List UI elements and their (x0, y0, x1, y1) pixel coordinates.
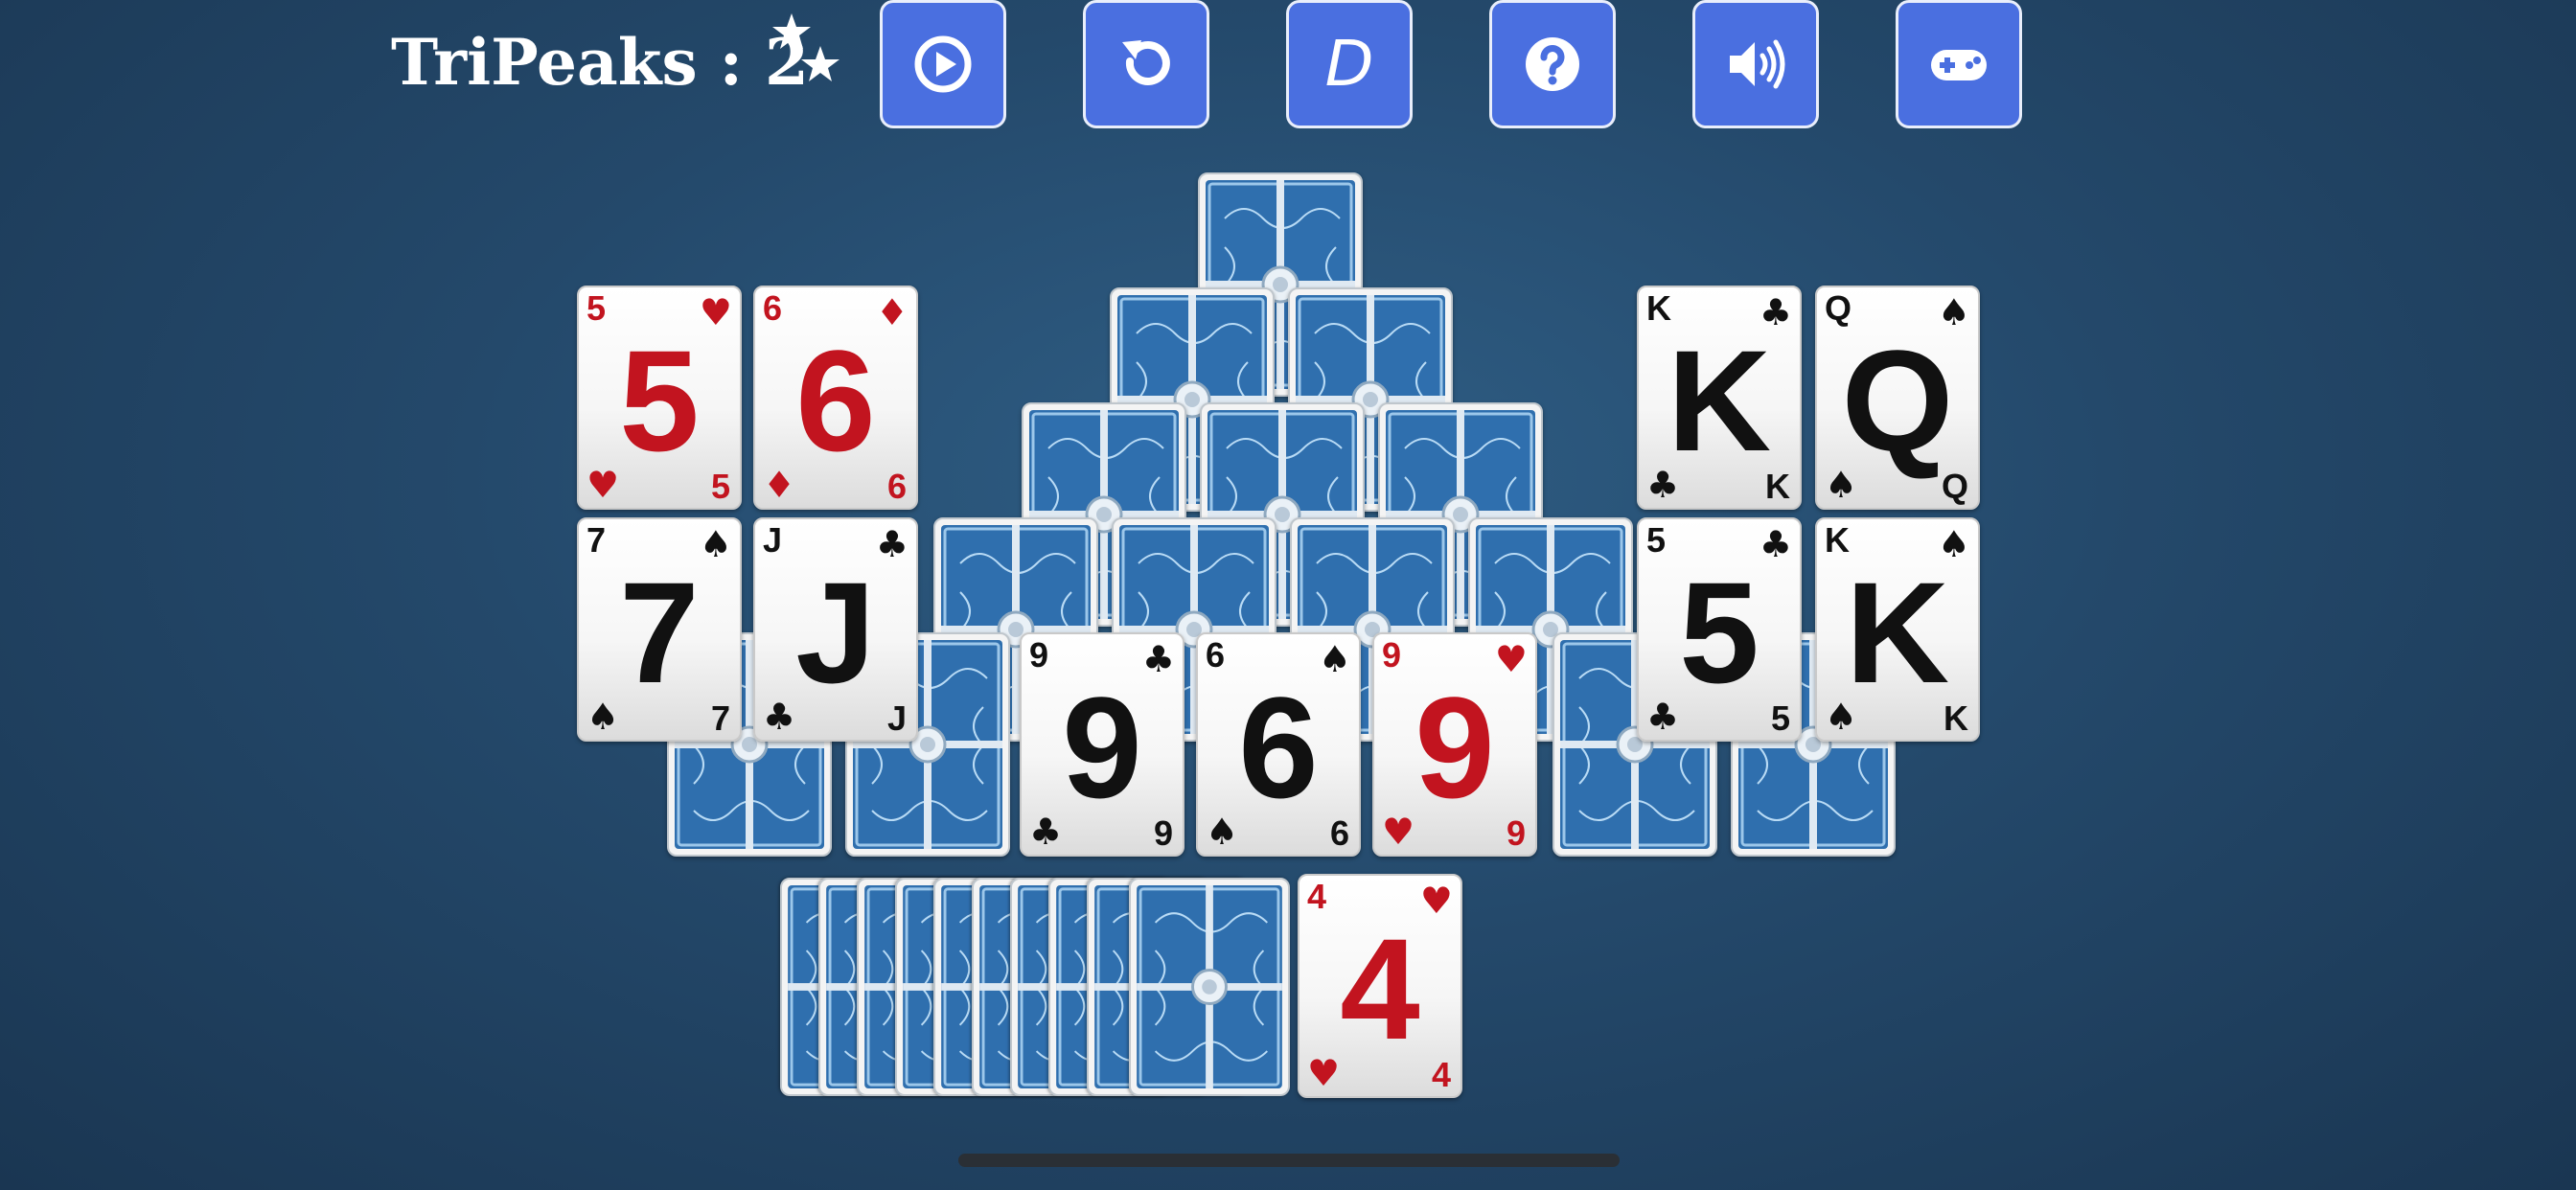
gamepad-icon (1931, 50, 1987, 80)
card-5-clubs[interactable]: 5 ♣ 5 ♣ 5 (1637, 517, 1802, 742)
stars-icon (772, 13, 840, 81)
card-6-diamonds[interactable]: 6 ♦ 6 ♦ 6 (753, 286, 918, 510)
card-7-spades[interactable]: 7 ♠ 7 ♠ 7 (577, 517, 742, 742)
waste-card: 4 ♥ 4 ♥ 4 (1298, 874, 1462, 1098)
card-k-spades[interactable]: K ♠ K ♠ K (1815, 517, 1980, 742)
card-q-spades[interactable]: Q ♠ Q ♠ Q (1815, 286, 1980, 510)
help-button[interactable] (1489, 0, 1616, 128)
card-9-clubs[interactable]: 9 ♣ 9 ♣ 9 (1020, 632, 1184, 857)
card-9-hearts[interactable]: 9 ♥ 9 ♥ 9 (1372, 632, 1537, 857)
stock-card-top[interactable] (1129, 878, 1290, 1096)
undo-button[interactable] (1083, 0, 1209, 128)
card-j-clubs[interactable]: J ♣ J ♣ J (753, 517, 918, 742)
sound-button[interactable] (1692, 0, 1819, 128)
deal-button[interactable]: D (1286, 0, 1413, 128)
games-button[interactable] (1896, 0, 2022, 128)
game-title: TriPeaks : 2 (391, 25, 809, 100)
speaker-icon (1730, 39, 1785, 89)
deal-d-icon: D (1324, 27, 1374, 101)
home-indicator[interactable] (958, 1154, 1620, 1167)
card-6-spades[interactable]: 6 ♠ 6 ♠ 6 (1196, 632, 1361, 857)
play-circle-icon (914, 35, 972, 93)
question-circle-icon (1526, 37, 1579, 91)
undo-icon (1122, 40, 1170, 85)
card-5-hearts[interactable]: 5 ♥ 5 ♥ 5 (577, 286, 742, 510)
card-k-clubs[interactable]: K ♣ K ♣ K (1637, 286, 1802, 510)
play-button[interactable] (880, 0, 1006, 128)
